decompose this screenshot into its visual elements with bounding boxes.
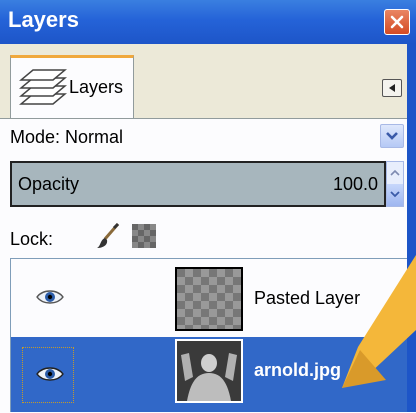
layers-stack-icon — [19, 69, 67, 105]
opacity-label: Opacity — [18, 174, 80, 194]
eye-icon[interactable] — [36, 289, 64, 305]
layer-name[interactable]: Pasted Layer — [254, 288, 360, 309]
alpha-checker-icon[interactable] — [132, 224, 156, 248]
mode-dropdown-button[interactable] — [380, 124, 404, 148]
eye-icon[interactable] — [36, 366, 64, 382]
mode-value[interactable]: Normal — [65, 127, 123, 147]
title-bar: Layers — [0, 0, 416, 44]
opacity-spinner[interactable] — [386, 161, 404, 207]
tab-menu-icon — [389, 84, 395, 92]
tab-layers[interactable]: Layers — [10, 55, 134, 119]
photo-thumbnail-image — [177, 341, 241, 401]
tab-menu-button[interactable] — [382, 79, 402, 97]
spin-down-button[interactable] — [387, 184, 403, 206]
opacity-value[interactable]: 100.0 — [333, 174, 378, 195]
paintbrush-icon[interactable] — [96, 222, 120, 250]
spin-up-button[interactable] — [387, 162, 403, 185]
layer-thumbnail-arnold — [175, 339, 243, 403]
layer-thumbnail-pasted — [175, 267, 243, 331]
tab-layers-label: Layers — [69, 77, 124, 97]
mode-label: Mode: — [10, 127, 66, 147]
lock-label: Lock: — [10, 229, 54, 249]
arrow-up-icon — [390, 169, 400, 176]
layer-name[interactable]: arnold.jpg — [254, 360, 341, 381]
chevron-down-icon — [386, 132, 398, 140]
close-button[interactable] — [384, 9, 410, 35]
opacity-slider[interactable]: Opacity 100.0 — [10, 161, 386, 207]
arrow-down-icon — [390, 191, 400, 198]
mode-row: Mode: Normal — [10, 127, 123, 148]
window-edge — [407, 44, 416, 412]
window-title: Layers — [8, 7, 79, 32]
close-icon — [390, 15, 404, 29]
